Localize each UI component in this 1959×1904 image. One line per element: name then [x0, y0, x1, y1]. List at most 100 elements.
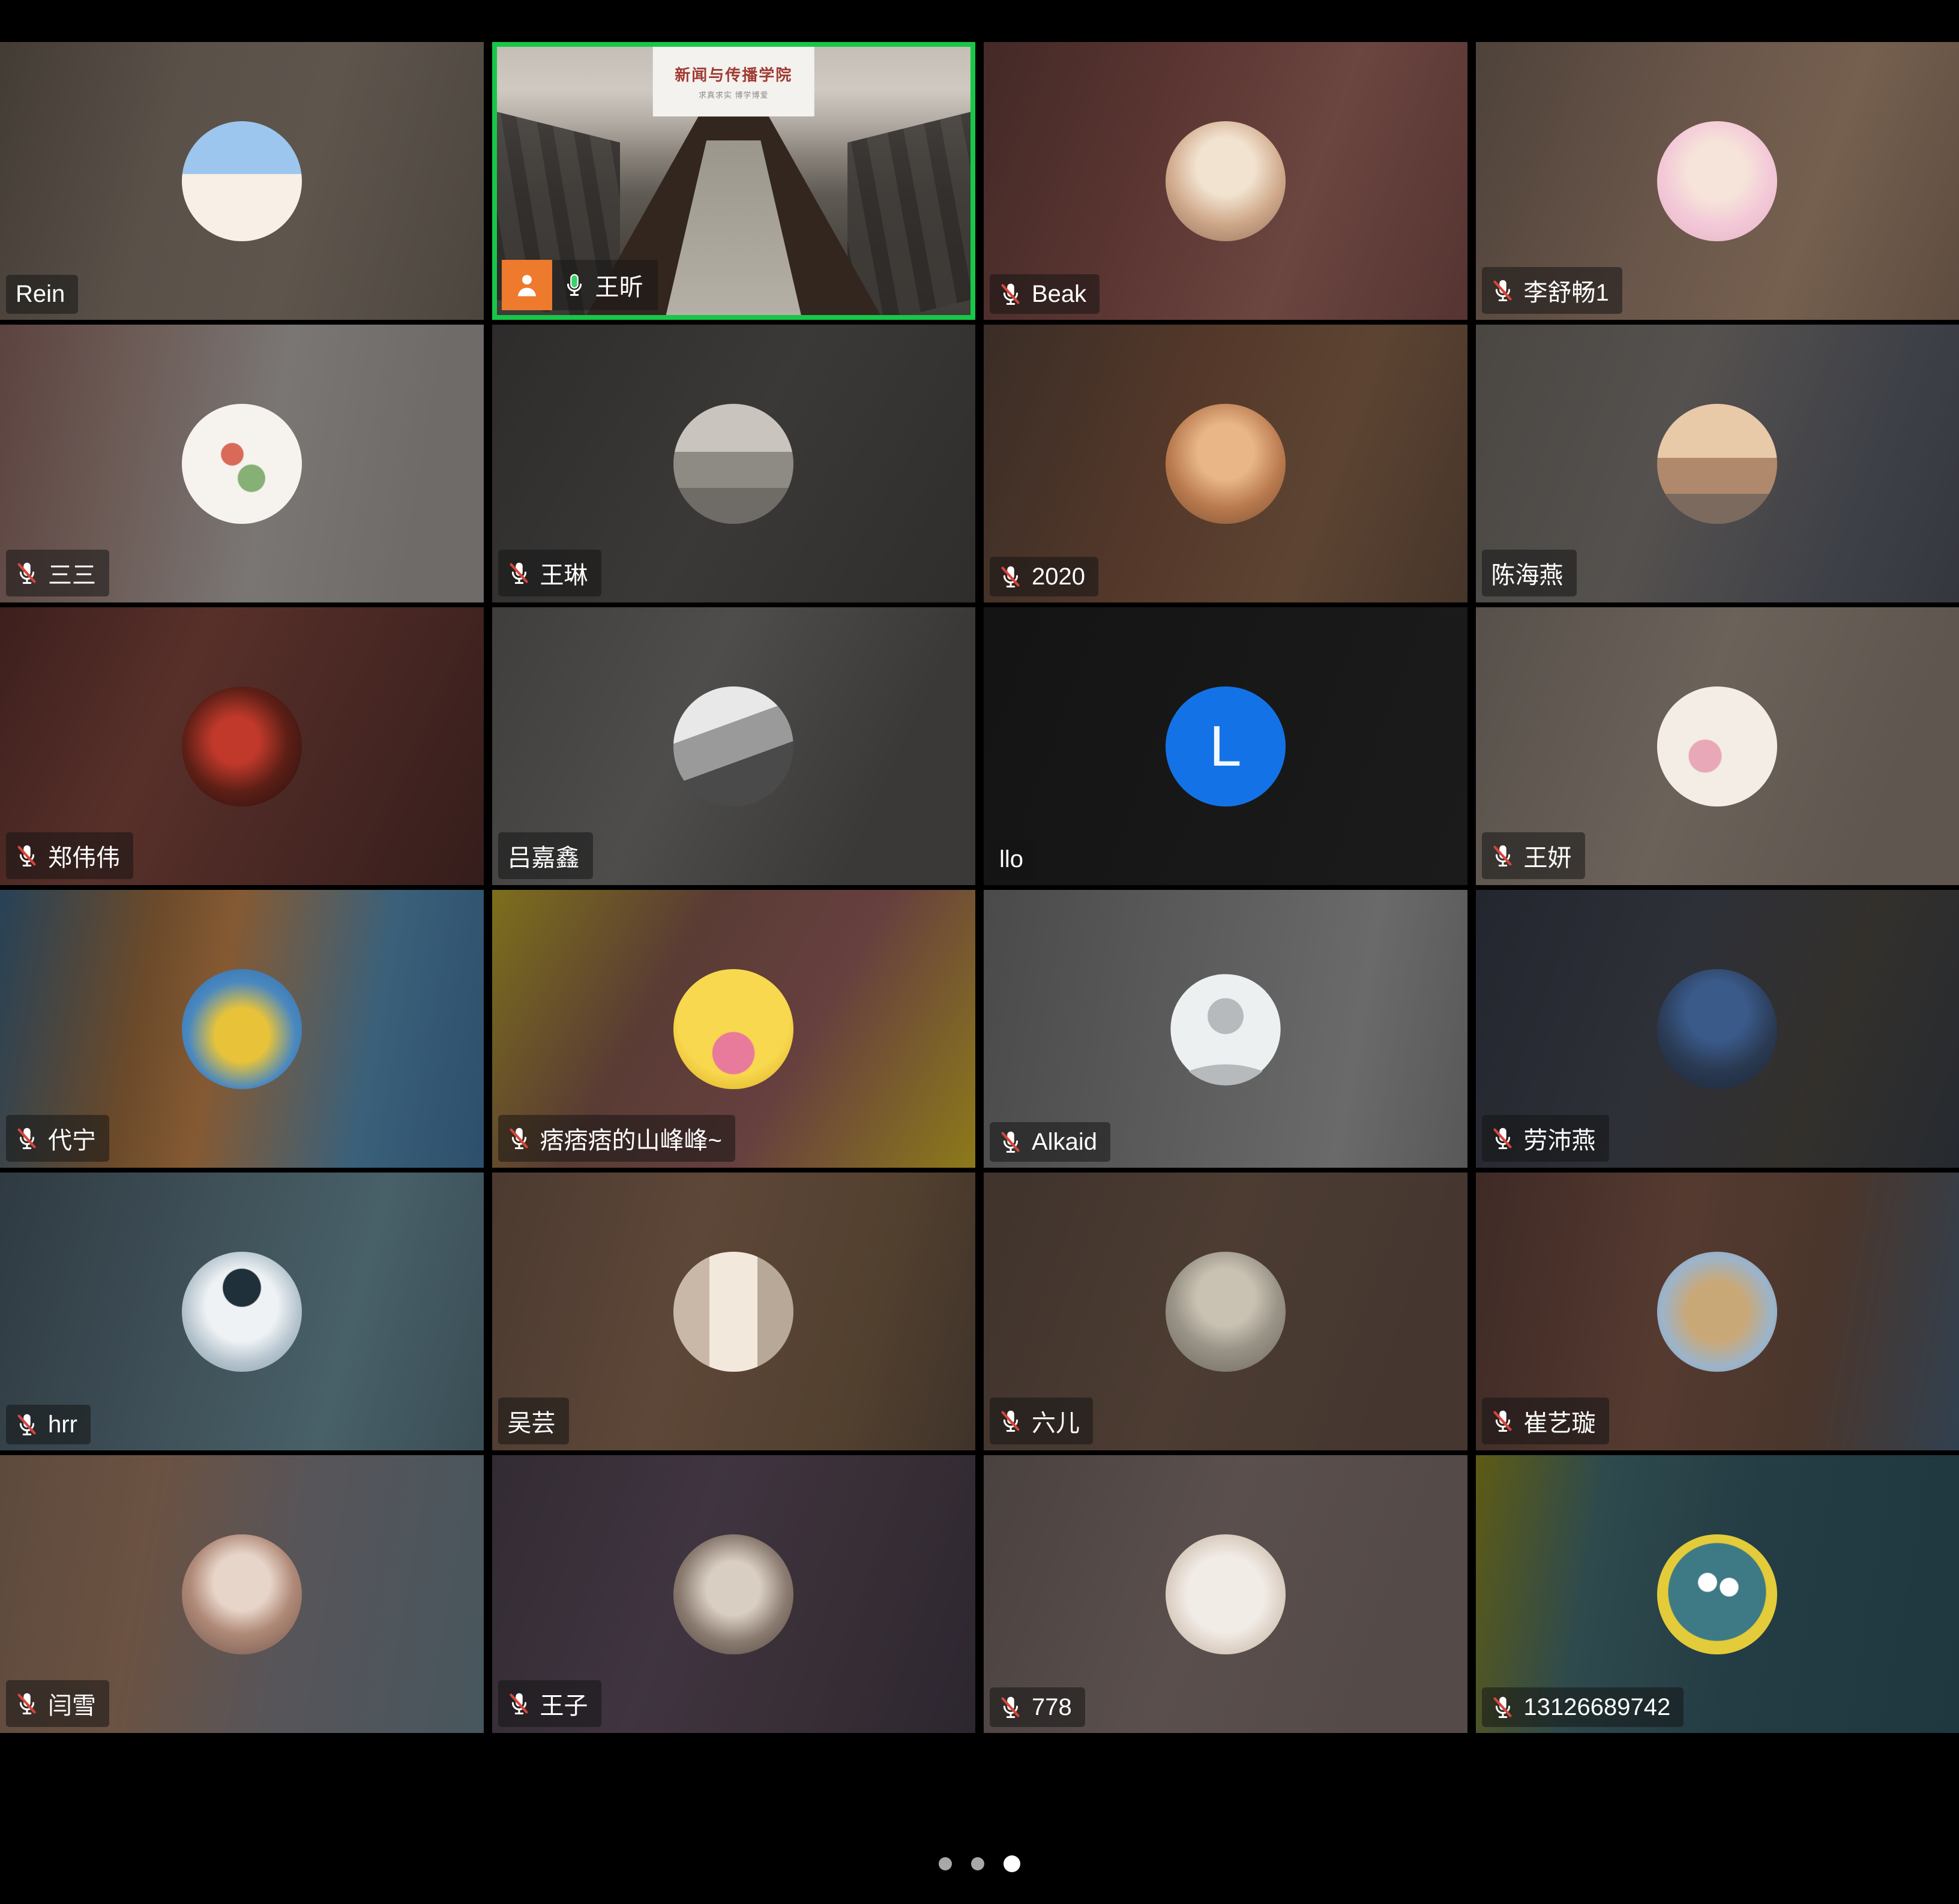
participant-tile[interactable]: 吕嘉鑫 [492, 607, 976, 885]
participant-name: 778 [1032, 1694, 1072, 1721]
page-dot-2[interactable] [971, 1857, 984, 1870]
participant-tile[interactable]: 劳沛燕 [1476, 890, 1959, 1168]
participant-label: 13126689742 [1482, 1687, 1684, 1727]
participant-label: Rein [6, 275, 78, 314]
participant-name: 三三 [48, 556, 96, 590]
mic-muted-icon [1489, 277, 1517, 304]
mic-muted-icon [13, 842, 41, 869]
avatar [182, 1252, 302, 1372]
participant-label: 778 [990, 1687, 1085, 1727]
participant-tile[interactable]: hrr [0, 1173, 484, 1450]
participant-tile[interactable]: Alkaid [984, 890, 1467, 1168]
mic-muted-icon [505, 1125, 533, 1152]
avatar-letter: L [1209, 713, 1241, 779]
participant-tile[interactable]: 2020 [984, 325, 1467, 602]
participant-tile[interactable]: 王子 [492, 1455, 976, 1733]
participant-tile[interactable]: 王琳 [492, 325, 976, 602]
avatar [182, 686, 302, 806]
avatar [1657, 404, 1777, 524]
participant-label: Alkaid [990, 1122, 1110, 1162]
participant-tile[interactable]: 吴芸 [492, 1173, 976, 1450]
participant-name: 王子 [540, 1686, 588, 1721]
avatar [673, 404, 793, 524]
participant-name: llo [999, 846, 1023, 873]
participant-label: 王妍 [1482, 832, 1585, 879]
mic-muted-icon [1489, 1407, 1517, 1435]
participant-label: 代宁 [6, 1115, 109, 1162]
avatar [1166, 1534, 1286, 1654]
mic-on-icon [561, 271, 588, 299]
participant-tile[interactable]: 郑伟伟 [0, 607, 484, 885]
participant-name: Beak [1032, 281, 1086, 308]
participant-name: 2020 [1032, 563, 1085, 590]
page-dot-1[interactable] [939, 1857, 952, 1870]
default-avatar [1166, 969, 1286, 1089]
avatar [673, 686, 793, 806]
participant-label: 劳沛燕 [1482, 1115, 1609, 1162]
avatar [673, 969, 793, 1089]
participant-tile[interactable]: 代宁 [0, 890, 484, 1168]
mic-muted-icon [997, 1128, 1025, 1156]
participant-label: 王琳 [498, 550, 601, 596]
participant-tile[interactable]: L llo [984, 607, 1467, 885]
avatar [182, 969, 302, 1089]
participant-tile[interactable]: 778 [984, 1455, 1467, 1733]
participant-tile[interactable]: 痞痞痞的山峰峰~ [492, 890, 976, 1168]
banner-title: 新闻与传播学院 [675, 63, 792, 85]
mic-muted-icon [1489, 1125, 1517, 1152]
participant-label: llo [990, 840, 1037, 879]
active-speaker-tile[interactable]: 新闻与传播学院 求真求实 博学博爱 [492, 42, 976, 320]
participant-label: 吕嘉鑫 [498, 832, 593, 879]
avatar [1657, 1534, 1777, 1654]
mic-muted-icon [997, 1407, 1025, 1435]
avatar [1166, 404, 1286, 524]
participant-tile[interactable]: 闫雪 [0, 1455, 484, 1733]
avatar [1657, 1252, 1777, 1372]
mic-muted-icon [997, 563, 1025, 590]
participant-tile[interactable]: 王妍 [1476, 607, 1959, 885]
avatar [1166, 1252, 1286, 1372]
letter-avatar: L [1166, 686, 1286, 806]
participant-tile[interactable]: 三三 [0, 325, 484, 602]
participant-tile[interactable]: 陈海燕 [1476, 325, 1959, 602]
conference-chairs-right [847, 112, 970, 320]
participant-label: 王子 [498, 1680, 601, 1727]
participant-name: hrr [48, 1411, 77, 1438]
participant-name: 郑伟伟 [48, 838, 120, 873]
avatar [182, 404, 302, 524]
mic-muted-icon [13, 1125, 41, 1152]
participant-name: 闫雪 [48, 1686, 96, 1721]
page-dot-3-active[interactable] [1004, 1855, 1020, 1872]
participant-name: 陈海燕 [1491, 556, 1563, 590]
participant-tile[interactable]: 13126689742 [1476, 1455, 1959, 1733]
participant-name: 王琳 [540, 556, 588, 590]
participant-tile[interactable]: Beak [984, 42, 1467, 320]
participant-name: 吕嘉鑫 [508, 838, 580, 873]
participant-name: 李舒畅1 [1524, 273, 1609, 308]
host-badge [502, 260, 552, 310]
avatar [1166, 121, 1286, 241]
participant-label: 闫雪 [6, 1680, 109, 1727]
participant-tile[interactable]: Rein [0, 42, 484, 320]
participant-name: Rein [16, 281, 65, 308]
participant-grid: Rein 新闻与传播学院 求真求实 博学博爱 [0, 42, 1959, 1733]
participant-tile[interactable]: 李舒畅1 [1476, 42, 1959, 320]
mic-muted-icon [13, 559, 41, 587]
mic-muted-icon [997, 1693, 1025, 1721]
table-runner [666, 140, 801, 315]
avatar [673, 1534, 793, 1654]
participant-name: 王妍 [1524, 838, 1572, 873]
participant-name: 代宁 [48, 1121, 96, 1156]
mic-muted-icon [13, 1690, 41, 1717]
avatar [673, 1252, 793, 1372]
participant-tile[interactable]: 六儿 [984, 1173, 1467, 1450]
participant-label: Beak [990, 274, 1100, 314]
mic-muted-icon [505, 559, 533, 587]
participant-name: 王昕 [595, 268, 643, 302]
participant-tile[interactable]: 崔艺璇 [1476, 1173, 1959, 1450]
participant-label: 2020 [990, 557, 1098, 596]
banner-subtitle: 求真求实 博学博爱 [699, 89, 769, 100]
mic-muted-icon [505, 1690, 533, 1717]
person-silhouette-icon [1166, 969, 1286, 1089]
mic-muted-icon [1489, 1693, 1517, 1721]
